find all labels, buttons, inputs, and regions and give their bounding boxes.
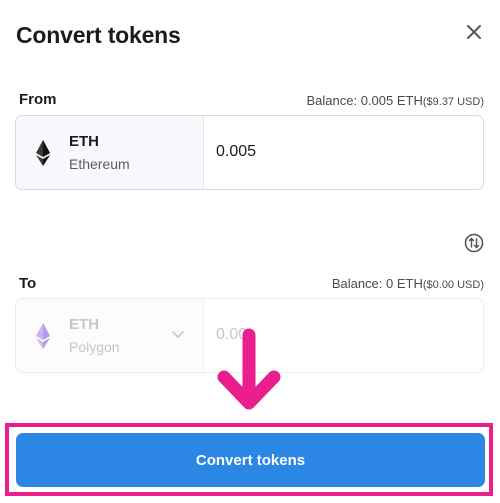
from-balance: Balance: 0.005 ETH($9.37 USD) — [307, 93, 485, 108]
from-token-selector[interactable]: ETH Ethereum — [16, 116, 204, 189]
from-token-card: ETH Ethereum 0.005 — [15, 115, 484, 190]
arrow-down-icon — [217, 328, 281, 410]
to-balance-eth: Balance: 0 ETH — [331, 276, 423, 291]
from-amount-input[interactable]: 0.005 — [216, 143, 256, 161]
to-balance-usd: ($0.00 USD) — [422, 279, 484, 291]
convert-tokens-button[interactable]: Convert tokens — [16, 433, 485, 487]
from-balance-usd: ($9.37 USD) — [422, 96, 484, 108]
from-balance-eth: Balance: 0.005 ETH — [306, 93, 423, 108]
dialog-title: Convert tokens — [16, 22, 181, 48]
to-balance: Balance: 0 ETH($0.00 USD) — [332, 276, 484, 291]
close-icon[interactable] — [462, 20, 486, 44]
swap-vertical-icon[interactable] — [464, 233, 484, 253]
from-label: From — [19, 91, 57, 108]
from-token-symbol: ETH — [69, 133, 99, 150]
chevron-down-icon — [172, 331, 184, 338]
ethereum-icon — [36, 140, 50, 166]
from-token-network: Ethereum — [69, 156, 130, 172]
to-token-network: Polygon — [69, 339, 120, 355]
to-token-selector[interactable]: ETH Polygon — [16, 299, 204, 372]
to-label: To — [19, 275, 37, 292]
to-token-symbol: ETH — [69, 316, 99, 333]
ethereum-icon — [36, 323, 50, 349]
